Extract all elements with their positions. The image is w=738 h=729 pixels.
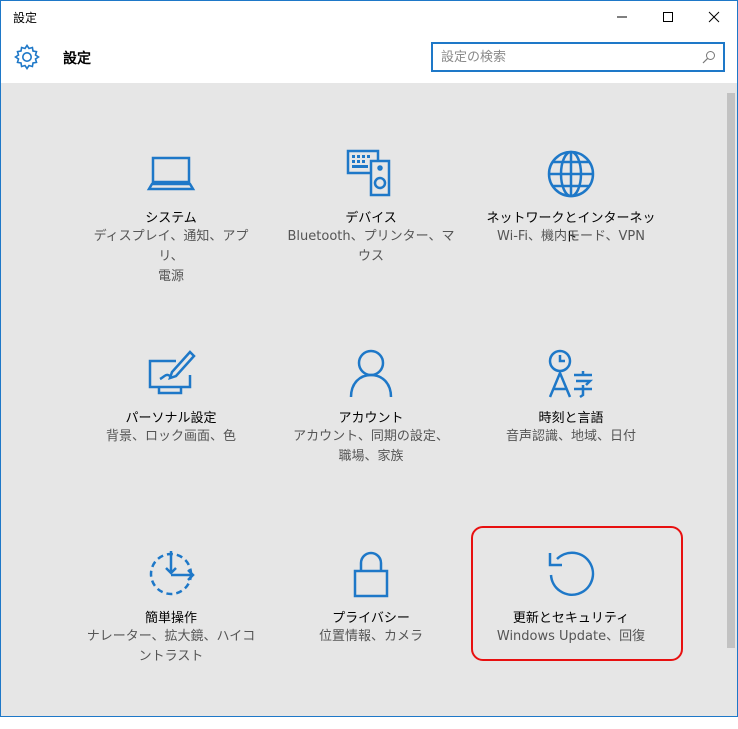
- tile-time-language[interactable]: 時刻と言語 音声認識、地域、日付: [481, 349, 661, 529]
- tile-ease-of-access-desc-line: ントラスト: [138, 649, 204, 664]
- tile-accounts-name: アカウント: [338, 411, 404, 426]
- tile-time-language-desc-line: 音声認識、地域、日付: [505, 429, 636, 444]
- tile-devices-desc-line: ウス: [357, 249, 384, 264]
- tile-network-desc: Wi-Fi、機内モード、VPN: [481, 227, 661, 247]
- tile-privacy-name: プライバシー: [332, 611, 410, 626]
- tile-network-desc-line: Wi-Fi、機内モード、VPN: [497, 229, 645, 244]
- time-language-icon: [548, 349, 594, 399]
- tile-privacy-desc: 位置情報、カメラ: [281, 627, 461, 647]
- tile-personalization-desc-line: 背景、ロック画面、色: [105, 429, 236, 444]
- tile-personalization-name: パーソナル設定: [125, 411, 217, 426]
- close-button[interactable]: [691, 1, 737, 33]
- tile-ease-of-access-name: 簡単操作: [144, 611, 197, 626]
- tile-time-language-desc: 音声認識、地域、日付: [481, 427, 661, 447]
- maximize-icon: [663, 12, 673, 22]
- minimize-icon: [617, 16, 627, 18]
- tile-system-desc-line: 電源: [157, 269, 184, 284]
- tile-privacy[interactable]: プライバシー 位置情報、カメラ: [281, 549, 461, 729]
- tile-accounts-desc-line: 職場、家族: [338, 449, 404, 464]
- tile-ease-of-access-desc: ナレーター、拡大鏡、ハイコ ントラスト: [81, 627, 261, 667]
- search-icon[interactable]: [701, 49, 717, 65]
- settings-header: 設定: [1, 33, 737, 83]
- title-bar: 設定: [1, 1, 737, 33]
- scrollbar-thumb[interactable]: [727, 93, 735, 648]
- tile-ease-of-access[interactable]: 簡単操作 ナレーター、拡大鏡、ハイコ ントラスト: [81, 549, 261, 729]
- window-title: 設定: [13, 11, 38, 25]
- tile-privacy-desc-line: 位置情報、カメラ: [318, 629, 423, 644]
- close-icon: [708, 11, 720, 23]
- person-icon: [349, 349, 393, 398]
- tile-personalization-desc: 背景、ロック画面、色: [81, 427, 261, 447]
- tile-system-desc-line: ディスプレイ、通知、アプリ、: [93, 229, 249, 264]
- tile-system[interactable]: システム ディスプレイ、通知、アプリ、 電源: [81, 149, 261, 329]
- lock-icon: [353, 551, 389, 598]
- laptop-icon: [146, 156, 196, 191]
- search-box[interactable]: [431, 42, 725, 72]
- tile-devices-desc: Bluetooth、プリンター、マ ウス: [281, 227, 461, 267]
- gear-icon: [14, 44, 40, 70]
- page-title: 設定: [63, 51, 91, 67]
- tile-devices-name: デバイス: [345, 211, 397, 226]
- maximize-button[interactable]: [645, 1, 691, 33]
- tile-devices[interactable]: デバイス Bluetooth、プリンター、マ ウス: [281, 149, 461, 329]
- tile-devices-desc-line: Bluetooth、プリンター、マ: [287, 229, 455, 244]
- tile-network[interactable]: ネットワークとインターネット Wi-Fi、機内モード、VPN: [481, 149, 661, 329]
- highlight-annotation: [471, 526, 683, 661]
- tile-system-desc: ディスプレイ、通知、アプリ、 電源: [81, 227, 261, 287]
- tile-personalization[interactable]: パーソナル設定 背景、ロック画面、色: [81, 349, 261, 529]
- tile-time-language-name: 時刻と言語: [538, 411, 604, 426]
- tile-accounts-desc: アカウント、同期の設定、 職場、家族: [281, 427, 461, 467]
- minimize-button[interactable]: [599, 1, 645, 33]
- settings-window: 設定 設定 設定の検索 システム ディスプレイ、通知、アプリ、 電源 デバイス …: [0, 0, 738, 717]
- ease-of-access-icon: [149, 551, 195, 596]
- tile-system-name: システム: [145, 211, 197, 226]
- tile-accounts[interactable]: アカウント アカウント、同期の設定、 職場、家族: [281, 349, 461, 529]
- devices-icon: [346, 149, 391, 197]
- tile-ease-of-access-desc-line: ナレーター、拡大鏡、ハイコ: [86, 629, 256, 644]
- personalize-icon: [148, 350, 196, 395]
- globe-icon: [547, 150, 595, 198]
- search-input[interactable]: [441, 48, 691, 66]
- tile-accounts-desc-line: アカウント、同期の設定、: [293, 429, 449, 444]
